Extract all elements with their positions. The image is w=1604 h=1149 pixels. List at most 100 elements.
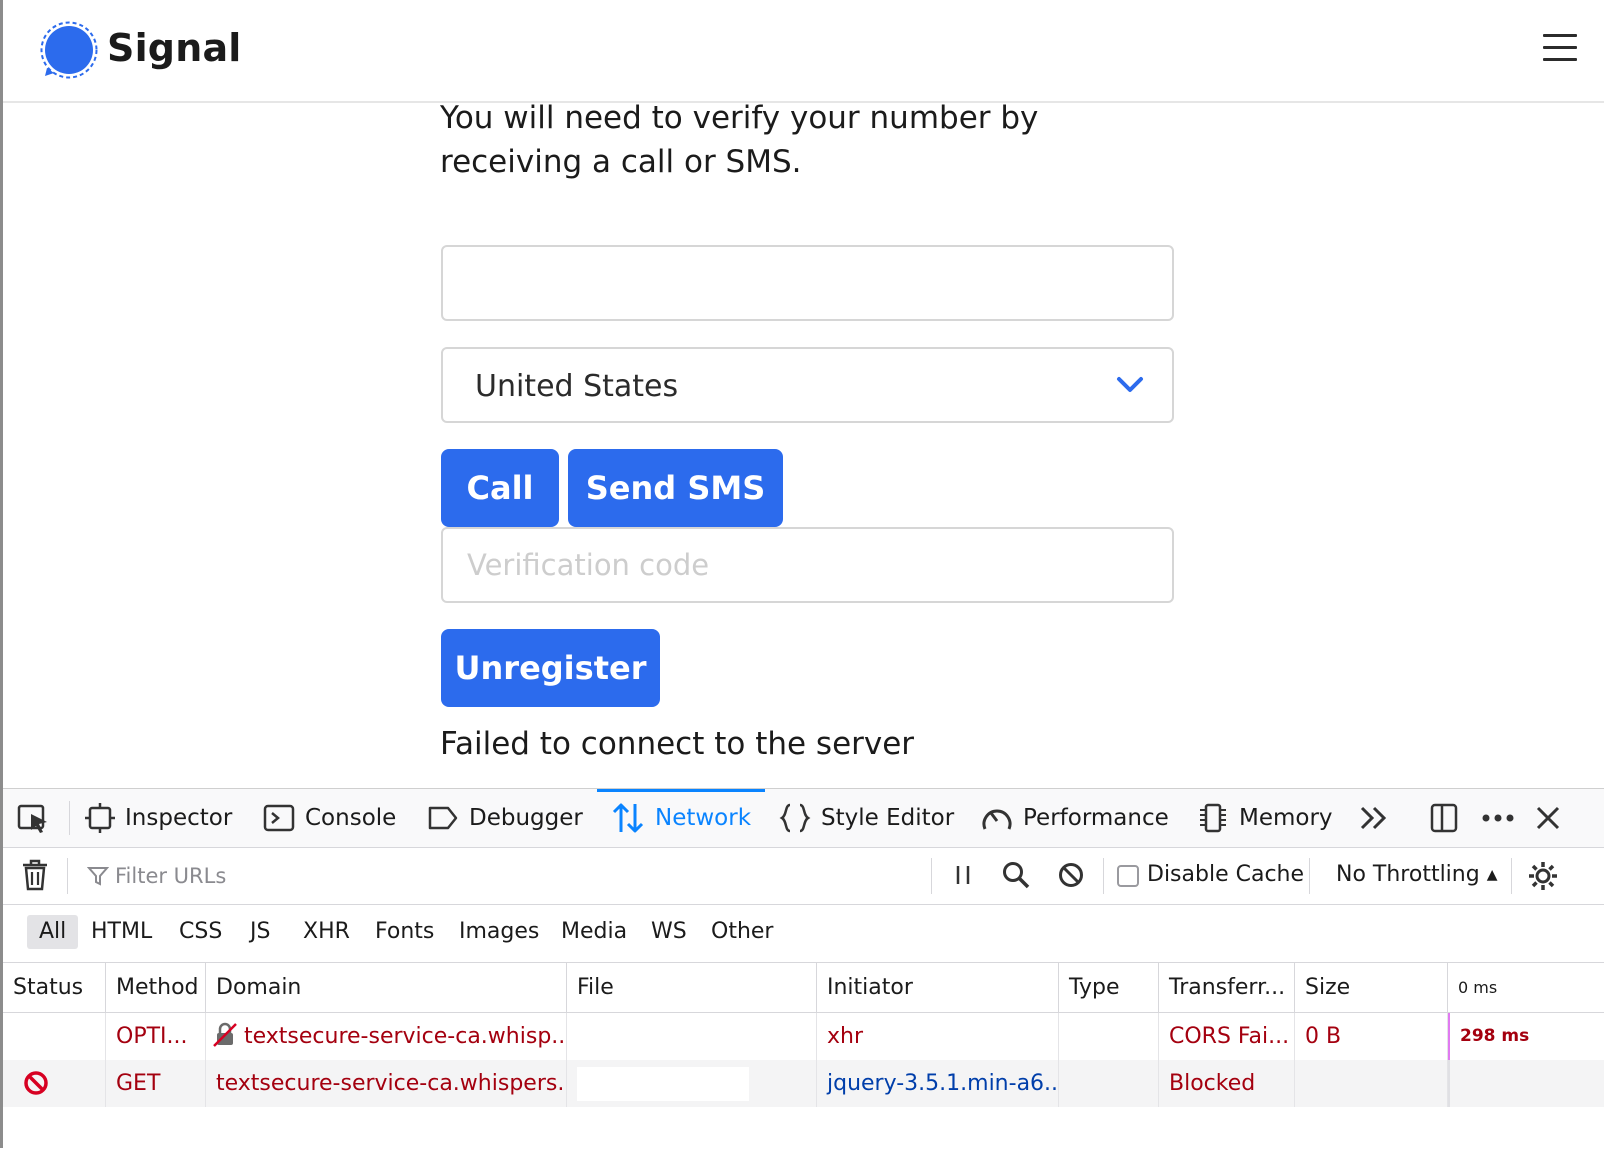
column-header-waterfall[interactable]: 0 ms — [1448, 963, 1604, 1012]
column-header-initiator[interactable]: Initiator — [817, 963, 1059, 1012]
brand-name: Signal — [107, 26, 242, 70]
devtools-panel: Inspector Console Debugger Network Style… — [3, 788, 1604, 1149]
dock-toggle-icon[interactable] — [1429, 789, 1469, 847]
row-domain: textsecure-service-ca.whisp... — [206, 1013, 567, 1060]
row-type — [1059, 1013, 1159, 1060]
type-filter-media[interactable]: Media — [549, 915, 639, 949]
search-icon[interactable] — [1001, 860, 1031, 894]
row-method: GET — [106, 1060, 206, 1107]
disable-cache-checkbox[interactable] — [1117, 865, 1139, 887]
pause-icon[interactable] — [953, 864, 973, 890]
tab-label: Console — [305, 805, 397, 831]
verification-code-field[interactable] — [441, 527, 1174, 603]
column-header-type[interactable]: Type — [1059, 963, 1159, 1012]
more-options-icon[interactable] — [1481, 789, 1525, 847]
block-icon[interactable] — [1057, 861, 1085, 893]
country-select[interactable]: United States — [441, 347, 1174, 423]
type-filter-other[interactable]: Other — [699, 915, 785, 949]
type-filter-fonts[interactable]: Fonts — [363, 915, 446, 949]
tab-performance[interactable]: Performance — [981, 789, 1169, 847]
row-status — [3, 1060, 106, 1107]
tab-network[interactable]: Network — [596, 789, 766, 847]
table-row[interactable]: OPTI... textsecure-service-ca.whisp... x… — [3, 1013, 1604, 1060]
requests-table-header: Status Method Domain File Initiator Type… — [3, 963, 1604, 1013]
disable-cache-label: Disable Cache — [1147, 862, 1305, 887]
throttling-value: No Throttling — [1336, 862, 1480, 887]
clear-trash-icon[interactable] — [21, 859, 49, 895]
row-initiator-link[interactable]: jquery-3.5.1.min-a6... — [817, 1060, 1059, 1107]
call-button[interactable]: Call — [441, 449, 559, 527]
hamburger-menu-icon[interactable] — [1543, 34, 1577, 62]
tab-label: Memory — [1239, 805, 1333, 831]
country-select-value: United States — [475, 369, 679, 404]
filter-urls-field[interactable]: Filter URLs — [87, 860, 226, 892]
network-icon — [612, 803, 644, 833]
close-icon[interactable] — [1535, 789, 1571, 847]
tab-console[interactable]: Console — [263, 789, 396, 847]
phone-number-input[interactable] — [443, 247, 1172, 319]
more-tabs-icon[interactable] — [1359, 789, 1399, 847]
row-method: OPTI... — [106, 1013, 206, 1060]
chevron-down-icon — [1117, 377, 1143, 392]
tab-memory[interactable]: Memory — [1197, 789, 1333, 847]
column-header-domain[interactable]: Domain — [206, 963, 567, 1012]
performance-icon — [982, 809, 1012, 830]
row-file — [567, 1013, 817, 1060]
inspector-icon — [85, 803, 115, 833]
verify-instructions: You will need to verify your number by r… — [440, 100, 1039, 180]
type-filter-html[interactable]: HTML — [79, 915, 164, 949]
table-row[interactable]: GET textsecure-service-ca.whispers... jq… — [3, 1060, 1604, 1107]
signal-logo-icon — [40, 21, 98, 79]
column-header-file[interactable]: File — [567, 963, 817, 1012]
row-initiator: xhr — [817, 1013, 1059, 1060]
column-header-method[interactable]: Method — [106, 963, 206, 1012]
type-filter-css[interactable]: CSS — [167, 915, 234, 949]
tab-inspector[interactable]: Inspector — [85, 789, 232, 847]
tab-debugger[interactable]: Debugger — [427, 789, 583, 847]
type-filter-xhr[interactable]: XHR — [291, 915, 362, 949]
insecure-lock-icon — [213, 1022, 237, 1047]
unregister-button[interactable]: Unregister — [441, 629, 660, 707]
row-transferred: Blocked — [1159, 1060, 1295, 1107]
column-header-status[interactable]: Status — [3, 963, 106, 1012]
tab-label: Network — [655, 805, 752, 831]
row-domain: textsecure-service-ca.whispers... — [206, 1060, 567, 1107]
console-icon — [263, 804, 295, 832]
type-filter-js[interactable]: JS — [238, 915, 282, 949]
tab-label: Performance — [1023, 805, 1169, 831]
connection-error-text: Failed to connect to the server — [440, 726, 915, 762]
throttling-select[interactable]: No Throttling ▲︎ — [1336, 862, 1497, 887]
row-timing: 298 ms — [1448, 1013, 1604, 1060]
row-transferred: CORS Fai... — [1159, 1013, 1295, 1060]
row-status — [3, 1013, 106, 1060]
debugger-icon — [428, 806, 458, 830]
tab-label: Style Editor — [821, 805, 955, 831]
gear-icon[interactable] — [1527, 860, 1559, 896]
blocked-icon — [24, 1071, 48, 1095]
type-filter-images[interactable]: Images — [447, 915, 551, 949]
type-filter-ws[interactable]: WS — [639, 915, 699, 949]
updown-arrow-icon: ▲︎ — [1486, 867, 1498, 883]
row-size — [1295, 1060, 1448, 1107]
devtools-tab-bar: Inspector Console Debugger Network Style… — [3, 789, 1604, 848]
row-file-text — [577, 1067, 749, 1101]
phone-number-field[interactable] — [441, 245, 1174, 321]
column-header-size[interactable]: Size — [1295, 963, 1448, 1012]
send-sms-button[interactable]: Send SMS — [568, 449, 783, 527]
network-toolbar: Filter URLs Disable Cache No Throttling … — [3, 848, 1604, 905]
column-header-transferred[interactable]: Transferr... — [1159, 963, 1295, 1012]
tab-style-editor[interactable]: Style Editor — [779, 789, 954, 847]
row-timing — [1448, 1060, 1604, 1107]
memory-icon — [1200, 803, 1226, 833]
type-filter-all[interactable]: All — [27, 915, 79, 949]
app-window: Signal You will need to verify your numb… — [0, 0, 1604, 1149]
site-header: Signal — [3, 0, 1604, 103]
style-editor-icon — [779, 803, 811, 833]
filter-icon — [87, 867, 109, 886]
element-picker-icon[interactable] — [17, 789, 61, 847]
tab-label: Inspector — [125, 805, 233, 831]
verification-code-input[interactable] — [443, 529, 1172, 601]
row-file — [567, 1060, 817, 1107]
tab-label: Debugger — [469, 805, 583, 831]
row-type — [1059, 1060, 1159, 1107]
